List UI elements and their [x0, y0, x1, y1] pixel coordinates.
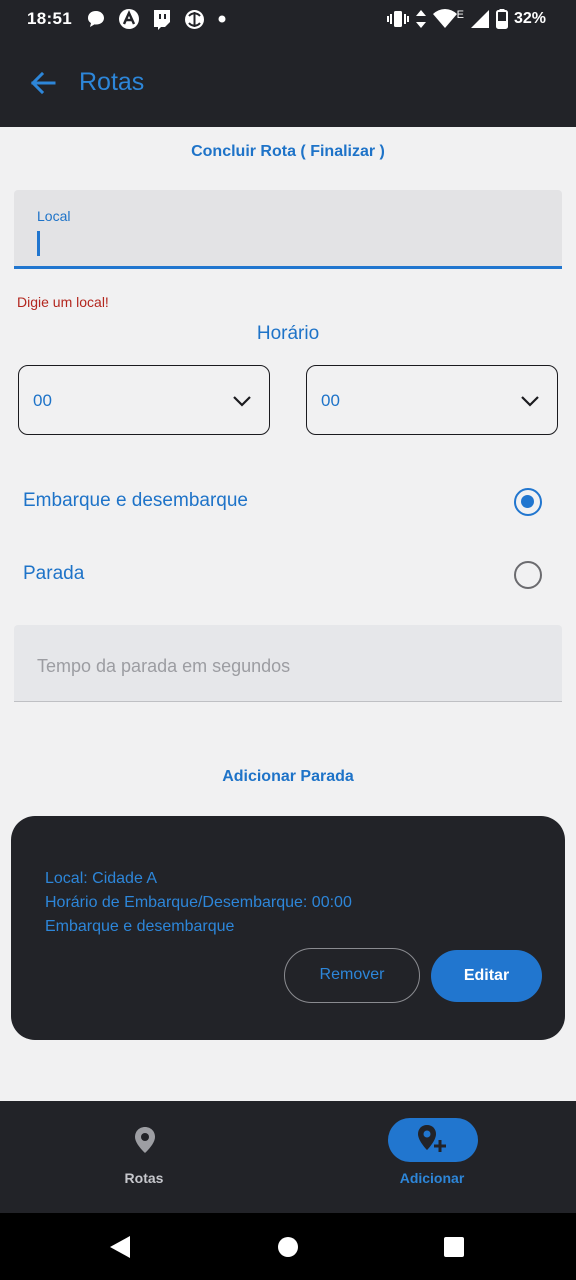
stop-type-text: Embarque e desembarque	[45, 918, 235, 935]
chat-bubble-icon	[88, 11, 104, 27]
radio-selected-icon[interactable]	[514, 488, 542, 516]
app-a-icon	[119, 9, 139, 29]
system-navigation-bar	[0, 1213, 576, 1280]
notification-icons	[86, 8, 227, 30]
minute-value: 00	[321, 391, 340, 410]
radio-option-parada[interactable]: Parada	[0, 545, 576, 605]
system-icons: E 32%	[386, 9, 546, 29]
nav-icon-container	[100, 1118, 190, 1162]
local-field-label: Local	[37, 208, 71, 224]
vibrate-icon	[386, 11, 409, 27]
battery-percentage: 32%	[513, 10, 546, 27]
radio-option-embarque[interactable]: Embarque e desembarque	[0, 472, 576, 532]
hour-value: 00	[33, 391, 52, 410]
back-arrow-icon[interactable]	[26, 66, 60, 100]
page-title: Rotas	[79, 68, 145, 96]
add-location-icon	[418, 1125, 446, 1152]
nav-item-adicionar[interactable]: Adicionar	[288, 1101, 576, 1213]
map-pin-icon	[135, 1127, 155, 1153]
recents-square-icon[interactable]	[443, 1236, 465, 1258]
stop-local-text: Local: Cidade A	[45, 870, 158, 887]
twitch-icon	[154, 9, 170, 30]
stop-time-text: Horário de Embarque/Desembarque: 00:00	[45, 894, 352, 911]
text-cursor	[37, 231, 40, 256]
edit-button[interactable]: Editar	[431, 950, 542, 1002]
data-arrows-icon	[415, 10, 426, 28]
chevron-down-icon	[521, 396, 539, 407]
signal-icon	[470, 10, 489, 28]
conclude-route-button[interactable]: Concluir Rota ( Finalizar )	[0, 143, 576, 161]
remove-button[interactable]: Remover	[284, 948, 420, 1003]
nav-label-adicionar: Adicionar	[399, 1170, 465, 1186]
stop-time-input[interactable]: Tempo da parada em segundos	[14, 625, 562, 702]
app-bar: Rotas	[0, 40, 576, 127]
battery-icon	[495, 9, 508, 29]
dot-icon	[218, 15, 226, 23]
status-time: 18:51	[27, 9, 72, 28]
nav-icon-container-active	[388, 1118, 478, 1162]
hour-dropdown[interactable]: 00	[18, 365, 270, 435]
status-bar: 18:51 E 32%	[0, 0, 576, 40]
chevron-down-icon	[233, 396, 251, 407]
back-triangle-icon[interactable]	[108, 1234, 132, 1260]
radio-unselected-icon[interactable]	[514, 561, 542, 589]
sync-icon	[185, 9, 204, 29]
home-circle-icon[interactable]	[277, 1236, 299, 1258]
horario-title: Horário	[256, 323, 320, 344]
local-input[interactable]: Local	[14, 190, 562, 269]
minute-dropdown[interactable]: 00	[306, 365, 558, 435]
nav-label-rotas: Rotas	[124, 1170, 164, 1186]
radio-label: Parada	[23, 563, 85, 584]
local-error-text: Digie um local!	[17, 294, 109, 310]
wifi-icon	[432, 9, 457, 28]
radio-label: Embarque e desembarque	[23, 490, 248, 511]
add-stop-button[interactable]: Adicionar Parada	[0, 768, 576, 786]
nav-item-rotas[interactable]: Rotas	[0, 1101, 288, 1213]
network-type-label: E	[456, 9, 464, 21]
bottom-navigation: Rotas Adicionar	[0, 1101, 576, 1213]
stop-card: Local: Cidade A Horário de Embarque/Dese…	[11, 816, 565, 1040]
stop-time-placeholder: Tempo da parada em segundos	[37, 656, 291, 676]
